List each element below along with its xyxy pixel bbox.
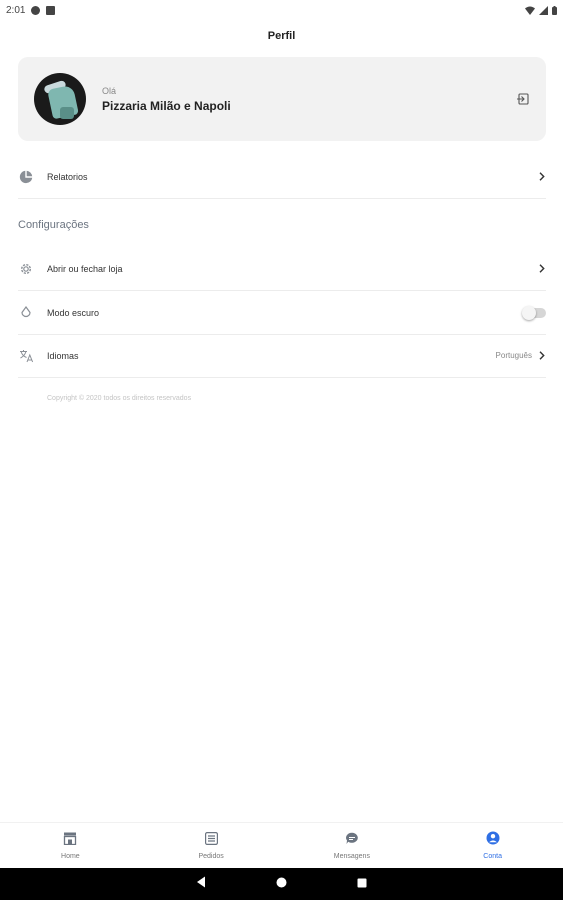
setting-open-close-store-label: Abrir ou fechar loja [47,263,123,274]
nav-messages[interactable]: Mensagens [282,823,423,868]
chevron-right-icon [538,351,546,361]
translate-icon [18,348,34,364]
chevron-right-icon [538,172,546,182]
profile-greeting: Olá [102,85,117,96]
recents-icon[interactable] [357,875,367,893]
gear-icon [18,261,34,277]
wifi-icon [525,6,535,15]
back-icon[interactable] [196,875,206,893]
sd-card-icon [46,5,56,15]
status-time: 2:01 [6,4,26,16]
logout-icon[interactable] [516,92,530,106]
list-icon [204,831,218,850]
chart-pie-icon [18,169,34,185]
setting-languages-label: Idiomas [47,350,79,361]
setting-open-close-store[interactable]: Abrir ou fechar loja [18,247,546,291]
account-icon [486,831,500,850]
menu-item-reports[interactable]: Relatorios [18,155,546,199]
profile-card[interactable]: Olá Pizzaria Milão e Napoli [18,57,546,141]
store-name: Pizzaria Milão e Napoli [102,98,231,113]
settings-section-title: Configurações [18,219,89,231]
avatar [34,73,86,125]
store-icon [63,832,77,850]
nav-home-label: Home [61,852,80,860]
cell-signal-icon [539,5,548,15]
selected-language: Português [495,351,532,360]
nav-account[interactable]: Conta [422,823,563,868]
page-title: Perfil [267,30,296,42]
menu-item-reports-label: Relatorios [47,171,88,182]
copyright-text: Copyright © 2020 todos os direitos reser… [47,395,192,402]
setting-dark-mode-label: Modo escuro [47,307,100,318]
setting-languages[interactable]: Idiomas Português [18,334,546,378]
nav-home[interactable]: Home [0,823,141,868]
nav-account-label: Conta [483,853,502,860]
chat-icon [345,832,359,850]
nav-orders-label: Pedidos [198,852,224,860]
home-icon[interactable] [276,875,287,893]
drop-icon [18,305,34,321]
chevron-right-icon [538,264,546,274]
nav-orders[interactable]: Pedidos [141,823,282,868]
dark-mode-toggle[interactable] [522,305,546,320]
system-navigation-bar [0,868,563,900]
battery-icon [552,5,557,15]
status-bar: 2:01 [0,0,563,20]
setting-dark-mode: Modo escuro [18,291,546,335]
nav-messages-label: Mensagens [333,852,370,860]
bottom-navigation: Home Pedidos Mensagens Conta [0,822,563,868]
app-notification-icon [31,5,41,15]
